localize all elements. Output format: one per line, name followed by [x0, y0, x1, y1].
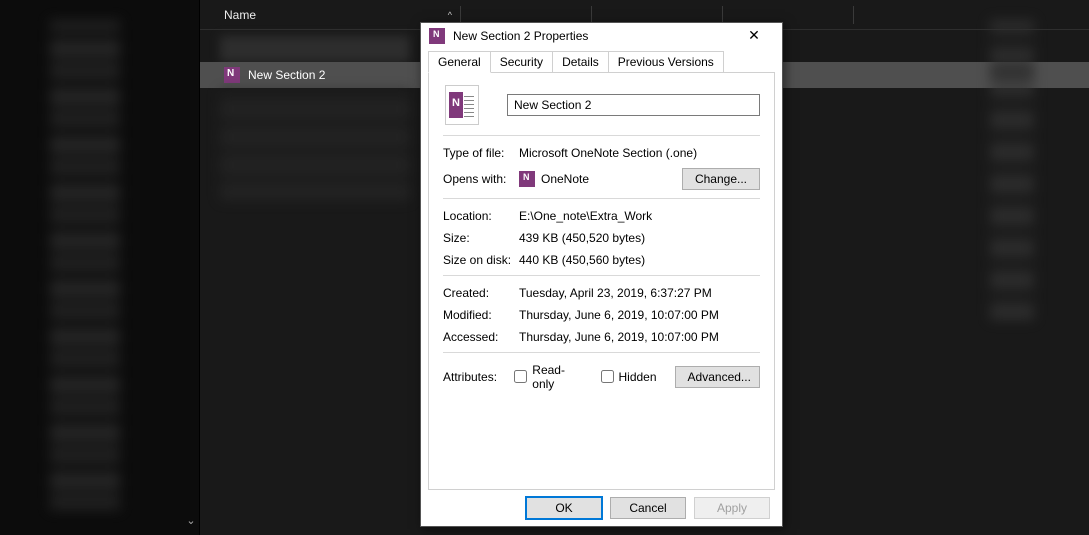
filename-row [443, 85, 760, 125]
onenote-app-icon [429, 28, 445, 44]
column-divider[interactable] [460, 6, 461, 24]
tab-strip: General Security Details Previous Versio… [428, 51, 775, 72]
tab-previous-versions[interactable]: Previous Versions [608, 51, 724, 72]
created-row: Created: Tuesday, April 23, 2019, 6:37:2… [443, 286, 760, 300]
ok-button[interactable]: OK [526, 497, 602, 519]
tab-general-body: Type of file: Microsoft OneNote Section … [428, 72, 775, 490]
modified-value: Thursday, June 6, 2019, 10:07:00 PM [519, 308, 760, 322]
cancel-button[interactable]: Cancel [610, 497, 686, 519]
column-header-name-label: Name [224, 8, 256, 22]
navigation-pane[interactable]: ⌄ [20, 0, 200, 535]
dialog-footer: OK Cancel Apply [421, 490, 782, 526]
location-row: Location: E:\One_note\Extra_Work [443, 209, 760, 223]
tab-security[interactable]: Security [490, 51, 553, 72]
location-label: Location: [443, 209, 519, 223]
modified-row: Modified: Thursday, June 6, 2019, 10:07:… [443, 308, 760, 322]
close-button[interactable]: ✕ [734, 27, 774, 44]
separator [443, 198, 760, 199]
size-on-disk-label: Size on disk: [443, 253, 519, 267]
opens-with-value: OneNote [541, 172, 589, 186]
properties-dialog: New Section 2 Properties ✕ General Secur… [420, 22, 783, 527]
file-name-label: New Section 2 [248, 68, 325, 82]
created-label: Created: [443, 286, 519, 300]
accessed-label: Accessed: [443, 330, 519, 344]
size-label: Size: [443, 231, 519, 245]
size-on-disk-row: Size on disk: 440 KB (450,560 bytes) [443, 253, 760, 267]
onenote-file-icon [224, 67, 240, 83]
readonly-checkbox-label: Read-only [532, 363, 582, 391]
apply-button: Apply [694, 497, 770, 519]
opens-with-row: Opens with: OneNote Change... [443, 168, 760, 190]
window-edge [0, 0, 20, 535]
tab-details[interactable]: Details [552, 51, 609, 72]
hidden-checkbox-label: Hidden [619, 370, 657, 384]
file-rows-obscured [220, 90, 410, 200]
accessed-row: Accessed: Thursday, June 6, 2019, 10:07:… [443, 330, 760, 344]
column-divider[interactable] [722, 6, 723, 24]
advanced-button[interactable]: Advanced... [675, 366, 760, 388]
attributes-row: Attributes: Read-only Hidden Advanced... [443, 363, 760, 391]
size-on-disk-value: 440 KB (450,560 bytes) [519, 253, 760, 267]
nav-tree-obscured [50, 20, 120, 510]
file-row-obscured [220, 36, 410, 62]
sort-indicator-icon: ^ [448, 10, 452, 20]
attributes-label: Attributes: [443, 370, 514, 384]
size-value: 439 KB (450,520 bytes) [519, 231, 760, 245]
hidden-checkbox-input[interactable] [601, 370, 614, 383]
file-type-large-icon [445, 85, 479, 125]
filename-input[interactable] [507, 94, 760, 116]
type-value: Microsoft OneNote Section (.one) [519, 146, 760, 160]
location-value: E:\One_note\Extra_Work [519, 209, 760, 223]
change-button[interactable]: Change... [682, 168, 760, 190]
opens-with-label: Opens with: [443, 172, 519, 186]
separator [443, 135, 760, 136]
nav-scroll-down-icon[interactable]: ⌄ [183, 514, 199, 527]
created-value: Tuesday, April 23, 2019, 6:37:27 PM [519, 286, 760, 300]
onenote-small-icon [519, 171, 535, 187]
column-divider[interactable] [591, 6, 592, 24]
separator [443, 352, 760, 353]
tab-general[interactable]: General [428, 51, 491, 73]
dialog-title: New Section 2 Properties [453, 29, 734, 43]
readonly-checkbox-input[interactable] [514, 370, 527, 383]
tab-container: General Security Details Previous Versio… [421, 49, 782, 490]
accessed-value: Thursday, June 6, 2019, 10:07:00 PM [519, 330, 760, 344]
column-data-obscured [990, 20, 1034, 320]
size-row: Size: 439 KB (450,520 bytes) [443, 231, 760, 245]
type-row: Type of file: Microsoft OneNote Section … [443, 146, 760, 160]
dialog-titlebar[interactable]: New Section 2 Properties ✕ [421, 23, 782, 49]
readonly-checkbox[interactable]: Read-only [514, 363, 582, 391]
type-label: Type of file: [443, 146, 519, 160]
separator [443, 275, 760, 276]
column-header-name[interactable]: Name ^ [200, 8, 460, 22]
hidden-checkbox[interactable]: Hidden [601, 370, 657, 384]
column-divider[interactable] [853, 6, 854, 24]
modified-label: Modified: [443, 308, 519, 322]
